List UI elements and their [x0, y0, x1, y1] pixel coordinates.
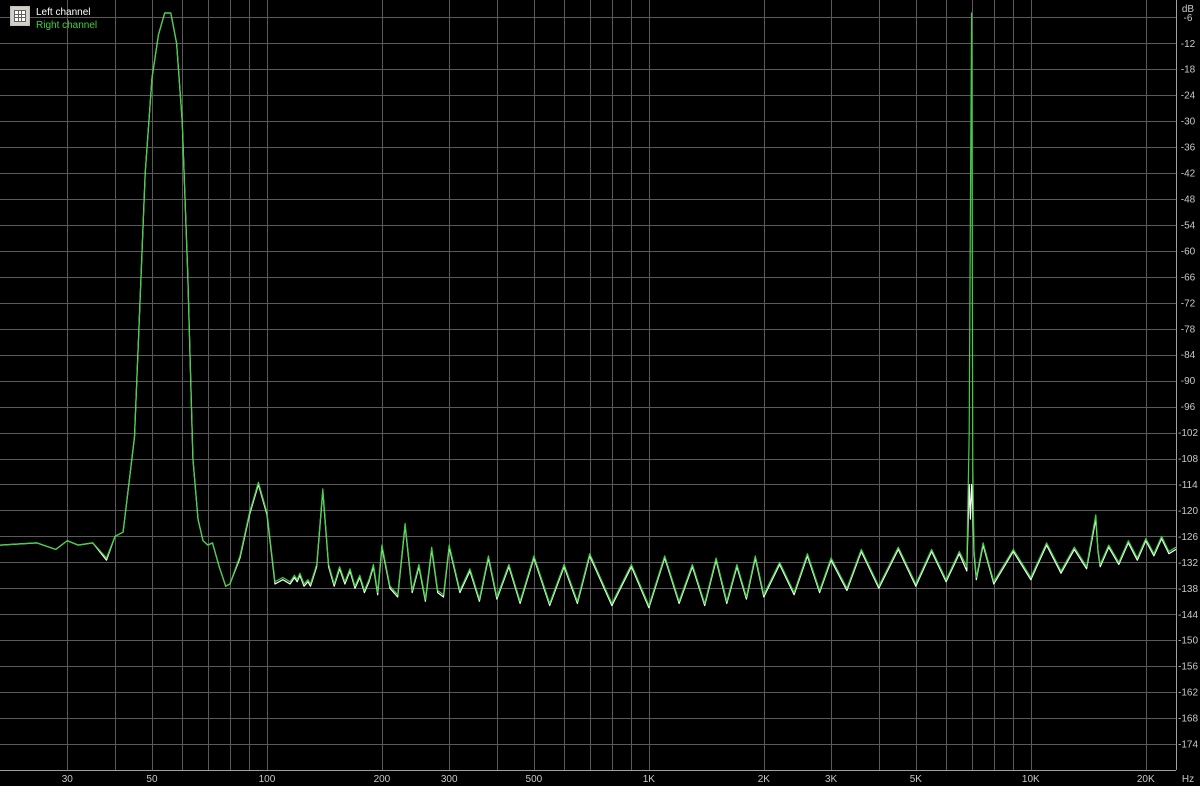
y-tick-label: -114 — [1178, 480, 1198, 491]
y-tick-label: -138 — [1178, 584, 1198, 595]
x-tick-label: 100 — [259, 774, 276, 785]
y-tick-label: -132 — [1178, 558, 1198, 569]
y-tick-label: -24 — [1181, 91, 1196, 102]
grid-settings-icon[interactable] — [10, 6, 30, 26]
y-tick-label: -120 — [1178, 506, 1198, 517]
y-tick-label: -60 — [1181, 246, 1196, 257]
y-tick-label: -168 — [1178, 714, 1198, 725]
y-tick-label: -90 — [1181, 376, 1196, 387]
y-tick-label: -84 — [1181, 350, 1196, 361]
legend: Left channel Right channel — [10, 6, 97, 32]
y-tick-label: -6 — [1184, 13, 1193, 24]
y-tick-label: -42 — [1181, 169, 1196, 180]
x-tick-label: 30 — [62, 774, 74, 785]
y-tick-label: -66 — [1181, 272, 1196, 283]
y-tick-label: -174 — [1178, 740, 1198, 751]
y-tick-label: -156 — [1178, 662, 1198, 673]
spectrum-plot: dB-6-12-18-24-30-36-42-48-54-60-66-72-78… — [0, 0, 1198, 785]
y-tick-label: -48 — [1181, 194, 1196, 205]
x-tick-label: 3K — [825, 774, 838, 785]
y-tick-label: -108 — [1178, 454, 1198, 465]
x-tick-label: 300 — [441, 774, 458, 785]
x-tick-label: 1K — [643, 774, 656, 785]
y-tick-label: -72 — [1181, 298, 1196, 309]
y-tick-label: -36 — [1181, 143, 1196, 154]
y-tick-label: -96 — [1181, 402, 1196, 413]
y-tick-label: -162 — [1178, 688, 1198, 699]
x-tick-label: 5K — [910, 774, 923, 785]
x-tick-label: 10K — [1022, 774, 1040, 785]
x-tick-label: 500 — [526, 774, 543, 785]
y-tick-label: -150 — [1178, 636, 1198, 647]
x-axis: 30 50 100 200 300 500 1K 2K 3K 5K 10K 20K Hz — [0, 770, 1194, 785]
plot-area — [0, 0, 1176, 770]
y-tick-label: -12 — [1181, 39, 1196, 50]
y-axis: dB-6-12-18-24-30-36-42-48-54-60-66-72-78… — [1176, 0, 1198, 770]
y-tick-label: -54 — [1181, 220, 1196, 231]
y-tick-label: -144 — [1178, 610, 1198, 621]
y-tick-label: -102 — [1178, 428, 1198, 439]
x-tick-label: 20K — [1137, 774, 1155, 785]
y-tick-label: -126 — [1178, 532, 1198, 543]
y-tick-label: -78 — [1181, 324, 1196, 335]
y-tick-label: -18 — [1181, 65, 1196, 76]
legend-left-channel: Left channel — [36, 7, 91, 18]
x-unit-label: Hz — [1182, 774, 1194, 785]
y-tick-label: -30 — [1181, 117, 1196, 128]
x-tick-label: 50 — [146, 774, 158, 785]
x-tick-label: 2K — [758, 774, 771, 785]
legend-right-channel: Right channel — [36, 20, 98, 31]
x-tick-label: 200 — [374, 774, 391, 785]
